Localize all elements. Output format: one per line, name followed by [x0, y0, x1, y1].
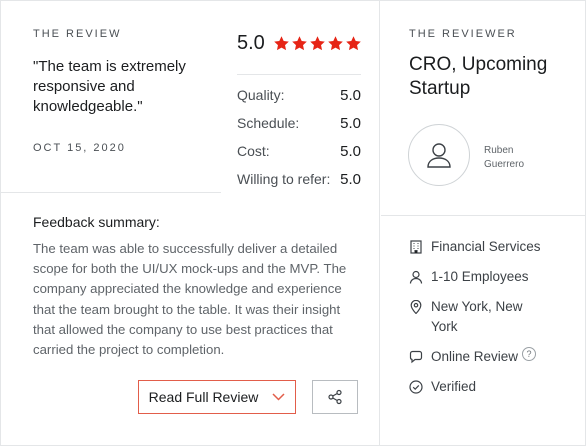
- rating-value: 5.0: [340, 114, 361, 132]
- rating-row-cost: Cost: 5.0: [237, 137, 361, 165]
- star-icon: [292, 36, 307, 51]
- overall-score: 5.0: [237, 32, 265, 54]
- check-circle-icon: [409, 380, 423, 394]
- read-full-review-button[interactable]: Read Full Review: [138, 380, 296, 414]
- review-quote: "The team is extremely responsive and kn…: [33, 58, 186, 115]
- star-icon: [310, 36, 325, 51]
- star-icon: [274, 36, 289, 51]
- share-icon: [328, 389, 342, 405]
- overall-rating: 5.0: [237, 32, 363, 55]
- map-pin-icon: [410, 300, 422, 314]
- review-eyebrow: THE REVIEW: [33, 28, 122, 40]
- review-type-text: Online Review: [431, 349, 519, 364]
- share-button[interactable]: [312, 380, 358, 414]
- reviewer-industry-text: Financial Services: [431, 239, 541, 254]
- review-card: THE REVIEW "The team is extremely respon…: [0, 0, 586, 446]
- rating-label: Cost:: [237, 143, 270, 159]
- rating-row-schedule: Schedule: 5.0: [237, 109, 361, 137]
- column-divider: [379, 1, 380, 446]
- ratings-divider: [237, 74, 361, 75]
- star-rating: [273, 35, 363, 52]
- review-type: Online Review ?: [409, 347, 537, 367]
- star-icon: [346, 36, 361, 51]
- feedback-summary-title: Feedback summary:: [33, 214, 160, 230]
- building-icon: [410, 240, 422, 254]
- rating-value: 5.0: [340, 170, 361, 188]
- chevron-down-icon: [272, 393, 285, 401]
- reviewer-company-size: 1-10 Employees: [409, 267, 571, 287]
- review-date: OCT 15, 2020: [33, 142, 126, 154]
- rating-value: 5.0: [340, 142, 361, 160]
- reviewer-location-text: New York, New York: [431, 299, 523, 334]
- person-icon: [409, 270, 423, 284]
- avatar: [408, 124, 470, 186]
- reviewer-eyebrow: THE REVIEWER: [409, 28, 517, 40]
- reviewer-company-size-text: 1-10 Employees: [431, 269, 529, 284]
- rating-label: Willing to refer:: [237, 171, 331, 187]
- help-icon[interactable]: ?: [522, 347, 537, 361]
- chat-bubble-icon: [409, 350, 423, 364]
- feedback-summary-body: The team was able to successfully delive…: [33, 241, 347, 358]
- read-full-review-label: Read Full Review: [148, 389, 259, 405]
- rating-row-willing-to-refer: Willing to refer: 5.0: [237, 165, 361, 193]
- rating-breakdown: Quality: 5.0 Schedule: 5.0 Cost: 5.0 Wil…: [237, 81, 361, 193]
- review-status: Verified: [409, 377, 571, 397]
- reviewer-industry: Financial Services: [409, 237, 571, 257]
- reviewer-name: Ruben Guerrero: [484, 145, 525, 170]
- rating-label: Schedule:: [237, 115, 300, 131]
- rating-value: 5.0: [340, 86, 361, 104]
- review-status-text: Verified: [431, 379, 477, 394]
- star-icon: [328, 36, 343, 51]
- reviewer-title: CRO, Upcoming Startup: [409, 54, 548, 99]
- reviewer-location: New York, New York: [409, 297, 541, 337]
- right-section-divider: [381, 215, 586, 216]
- left-section-divider: [1, 192, 221, 193]
- rating-label: Quality:: [237, 87, 285, 103]
- user-icon: [427, 143, 451, 168]
- rating-row-quality: Quality: 5.0: [237, 81, 361, 109]
